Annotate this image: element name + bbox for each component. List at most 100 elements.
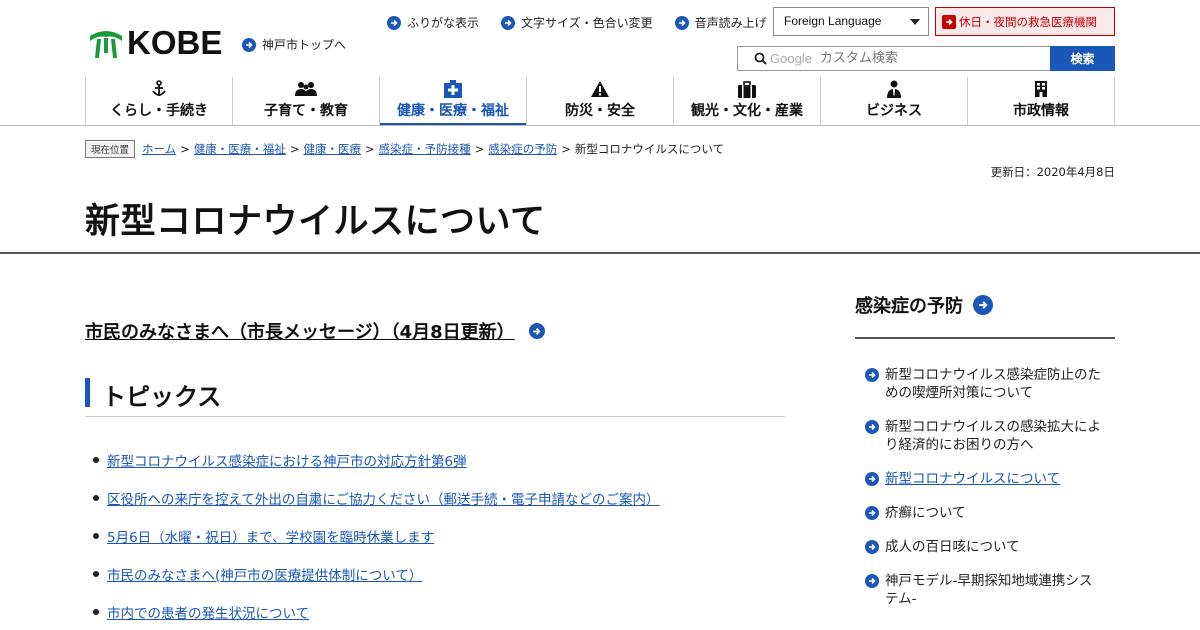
topic-link[interactable]: 5月6日（水曜・祝日）まで、学校園を臨時休業します [107,526,434,546]
kobe-logo[interactable]: KOBE [88,26,222,59]
list-item: 市民のみなさまへ(神戸市の医療提供体制について） [93,555,660,593]
bullet-icon [93,609,99,615]
furigana-link[interactable]: ふりがな表示 [387,14,479,31]
read-aloud-link[interactable]: 音声読み上げ [674,14,767,31]
arrow-right-icon [528,323,545,339]
sidebar-item-label: 神戸モデル-早期探知地域連携システム- [885,573,1093,607]
logo-text: KOBE [127,24,223,61]
list-item: 市内での患者の発生状況について [93,593,660,630]
nav-item-health[interactable]: 健康・医療・福祉 [379,77,526,126]
search-button[interactable]: 検索 [1050,46,1115,71]
suitcase-icon [738,79,756,99]
nav-label: 市政情報 [1013,103,1069,119]
arrow-right-icon [865,540,879,554]
arrow-right-icon [865,574,879,588]
sidebar-item-label: 新型コロナウイルスの感染拡大により経済的にお困りの方へ [885,419,1101,453]
sidebar-item-label: 成人の百日咳について [885,539,1020,555]
arrow-right-icon [865,420,879,434]
breadcrumb-separator: > [474,142,485,156]
breadcrumb-link-health-welfare[interactable]: 健康・医療・福祉 [194,141,286,157]
list-item: 5月6日（水曜・祝日）まで、学校園を臨時休業します [93,517,660,555]
sidebar-item[interactable]: 新型コロナウイルスの感染拡大により経済的にお困りの方へ [865,418,1105,454]
mayor-message-link[interactable]: 市民のみなさまへ（市長メッセージ）（4月8日更新） [85,318,545,344]
anchor-icon [150,79,168,99]
sidebar-heading-link[interactable]: 感染症の予防 [855,292,993,318]
businessperson-icon [887,79,901,99]
sidebar-item-current[interactable]: 新型コロナウイルスについて [865,470,1105,488]
text-size-color-label: 文字サイズ・色合い変更 [521,16,653,30]
breadcrumb-separator: > [561,142,571,156]
people-icon [295,79,317,99]
topic-link[interactable]: 新型コロナウイルス感染症における神戸市の対応方針第6弾 [107,450,467,470]
mayor-message-label: 市民のみなさまへ（市長メッセージ）（4月8日更新） [85,322,515,343]
nav-item-tourism[interactable]: 観光・文化・産業 [673,77,820,125]
breadcrumb-separator: > [364,142,375,156]
arrow-right-icon [501,15,516,30]
arrow-right-icon [865,506,879,520]
nav-label: 観光・文化・産業 [691,103,803,119]
kobe-top-label: 神戸市トップへ [262,38,347,52]
arrow-right-icon [242,37,256,52]
arrow-right-icon [865,472,879,486]
kobe-top-link[interactable]: 神戸市トップへ [242,36,346,53]
google-brand: Google [770,51,812,66]
building-icon [1034,79,1048,99]
list-item: 新型コロナウイルス感染症における神戸市の対応方針第6弾 [93,441,660,479]
nav-item-disaster[interactable]: 防災・安全 [526,77,673,125]
title-divider [0,252,1200,254]
updated-date: 更新日：2020年4月8日 [990,165,1115,179]
text-size-color-link[interactable]: 文字サイズ・色合い変更 [501,14,653,31]
breadcrumb: 現在位置 ホーム > 健康・医療・福祉 > 健康・医療 > 感染症・予防接種 >… [85,140,724,158]
topics-list: 新型コロナウイルス感染症における神戸市の対応方針第6弾 区役所への来庁を控えて外… [93,441,660,630]
emergency-medical-button[interactable]: 休日・夜間の救急医療機関 [935,7,1115,36]
bullet-icon [93,495,99,501]
breadcrumb-separator: > [180,142,190,156]
list-item: 区役所への来庁を控えて外出の自粛にご協力ください（郵送手続・電子申請などのご案内… [93,479,660,517]
search-icon [754,52,767,65]
breadcrumb-current: 新型コロナウイルスについて [574,142,725,156]
nav-label: 健康・医療・福祉 [397,103,509,119]
sidebar-item[interactable]: 疥癬について [865,504,1105,522]
breadcrumb-link-infection-vaccination[interactable]: 感染症・予防接種 [379,141,471,157]
nav-divider [0,125,1200,126]
hospital-icon [443,79,463,99]
topic-link[interactable]: 市内での患者の発生状況について [107,602,309,622]
language-select-value: Foreign Language [784,14,882,28]
sidebar-divider [855,337,1115,339]
search-input[interactable] [811,51,1012,66]
chevron-down-icon [910,19,920,25]
bullet-icon [93,457,99,463]
nav-item-city-info[interactable]: 市政情報 [967,77,1115,125]
sidebar-list: 新型コロナウイルス感染症防止のための喫煙所対策について 新型コロナウイルスの感染… [865,366,1105,624]
breadcrumb-separator: > [289,142,300,156]
warning-icon [591,79,609,99]
kobe-city-emblem-icon [90,30,122,58]
search-box[interactable]: Google [737,46,1050,71]
heading-accent-bar [85,378,90,407]
sidebar-item-label: 疥癬について [885,505,966,521]
topic-link[interactable]: 市民のみなさまへ(神戸市の医療提供体制について） [107,564,422,584]
breadcrumb-tag: 現在位置 [85,140,136,158]
nav-label: くらし・手続き [110,103,208,119]
arrow-right-icon [865,368,879,382]
topics-heading-text: トピックス [102,383,222,411]
sidebar-item[interactable]: 神戸モデル-早期探知地域連携システム- [865,572,1105,608]
sidebar-item-label: 新型コロナウイルスについて [885,471,1061,487]
nav-item-childcare[interactable]: 子育て・教育 [232,77,379,125]
search-bar: Google 検索 [737,46,1115,71]
sidebar-item[interactable]: 成人の百日咳について [865,538,1105,556]
breadcrumb-link-home[interactable]: ホーム [142,141,176,157]
breadcrumb-link-health-medical[interactable]: 健康・医療 [303,141,361,157]
bullet-icon [93,571,99,577]
furigana-label: ふりがな表示 [407,16,480,30]
topic-link[interactable]: 区役所への来庁を控えて外出の自粛にご協力ください（郵送手続・電子申請などのご案内… [107,488,660,508]
sidebar-heading-text: 感染症の予防 [855,296,963,317]
breadcrumb-link-infection-prevention[interactable]: 感染症の予防 [488,141,557,157]
nav-label: 防災・安全 [565,103,635,119]
arrow-right-icon [387,15,401,30]
nav-item-living[interactable]: くらし・手続き [85,77,232,125]
sidebar-item[interactable]: 新型コロナウイルス感染症防止のための喫煙所対策について [865,366,1105,402]
nav-item-business[interactable]: ビジネス [820,77,967,125]
sidebar-item-label: 新型コロナウイルス感染症防止のための喫煙所対策について [885,367,1101,401]
foreign-language-select[interactable]: Foreign Language [773,7,929,36]
